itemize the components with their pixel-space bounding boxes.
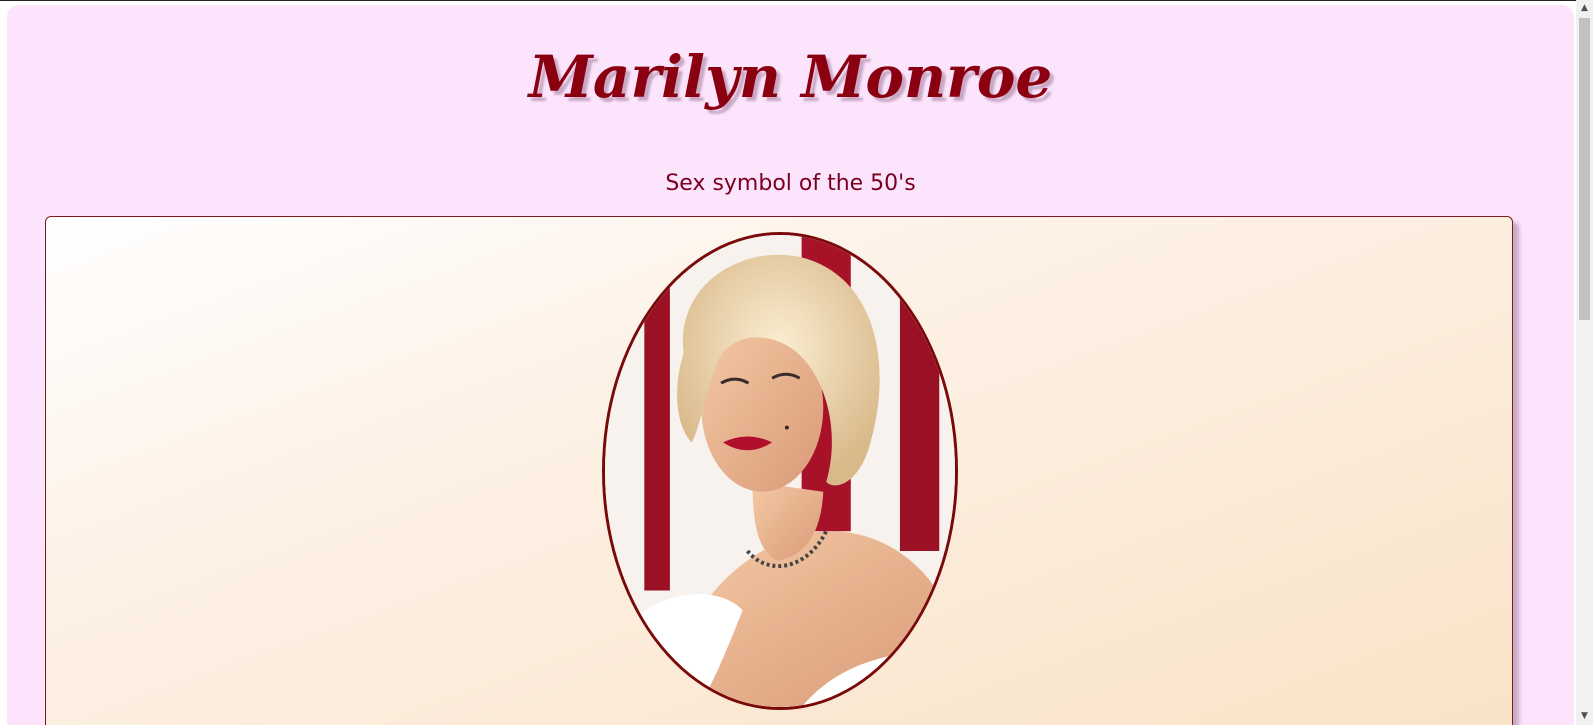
chevron-up-icon[interactable]: ▲ (1576, 0, 1593, 17)
scrollbar[interactable]: ▲ ▼ (1576, 0, 1593, 725)
scrollbar-thumb[interactable] (1579, 18, 1590, 320)
window-top-edge (0, 0, 1593, 1)
page-title: Marilyn Monroe (528, 43, 1053, 111)
content-panel (45, 216, 1513, 725)
chevron-down-icon[interactable]: ▼ (1576, 708, 1593, 725)
page-subtitle: Sex symbol of the 50's (665, 171, 916, 196)
page-card: Marilyn Monroe Sex symbol of the 50's (7, 5, 1574, 725)
portrait-photo (605, 235, 955, 707)
portrait-frame (602, 232, 958, 710)
